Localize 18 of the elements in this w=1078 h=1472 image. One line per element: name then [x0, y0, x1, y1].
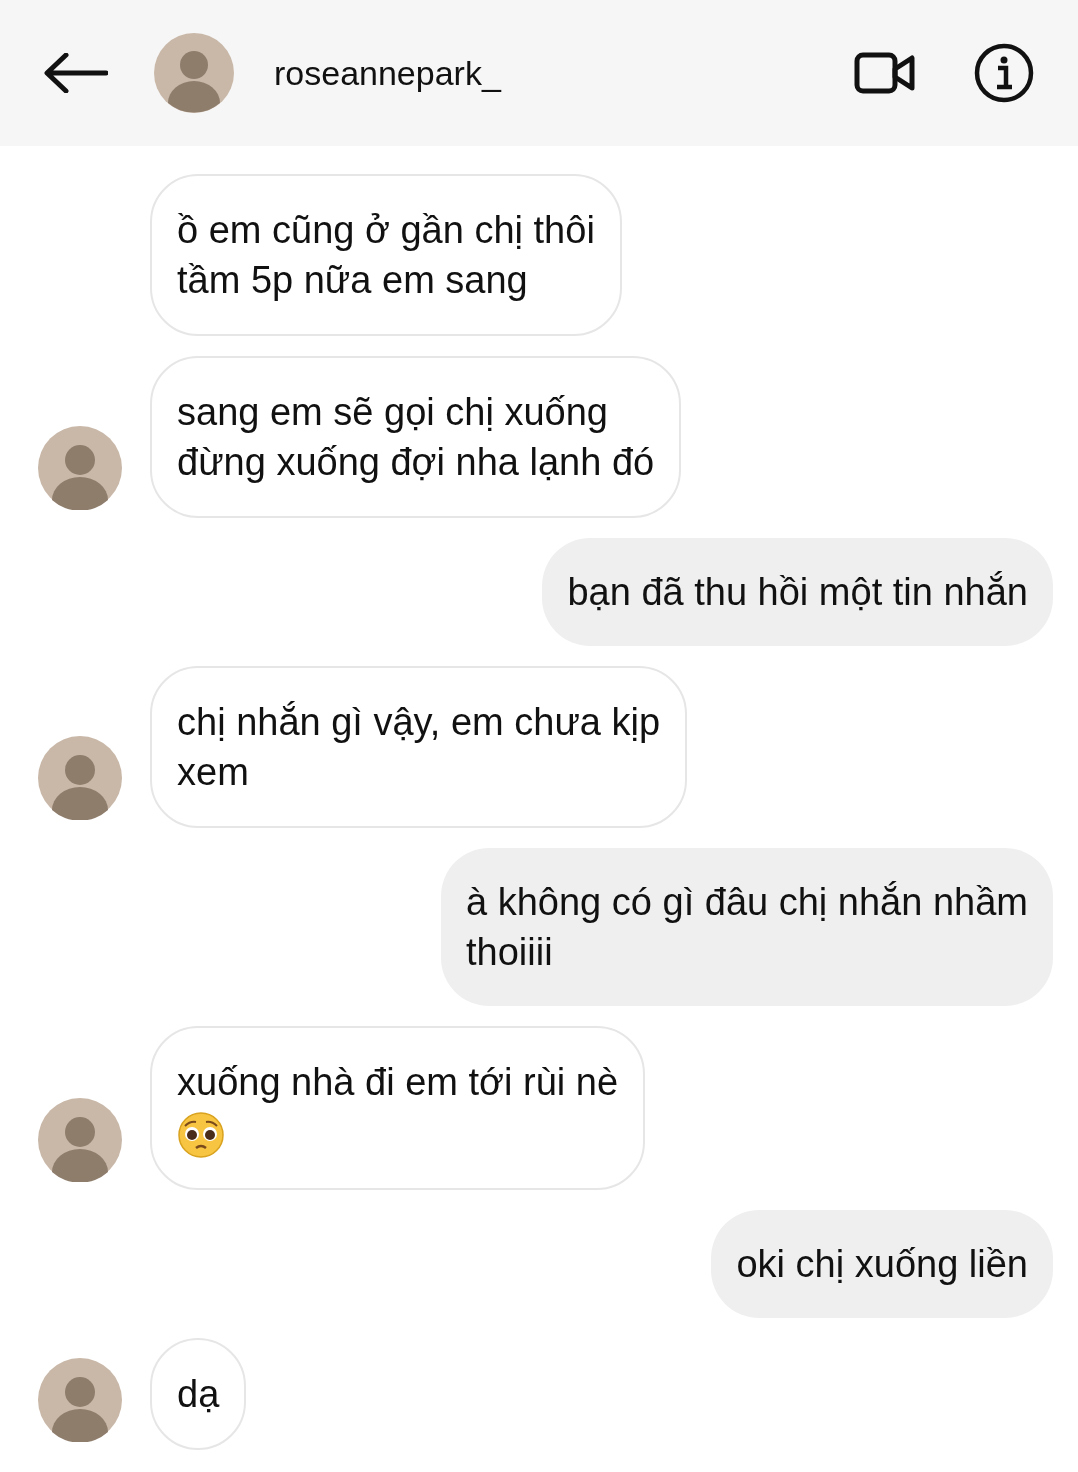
- avatar[interactable]: [38, 1097, 122, 1182]
- video-call-icon[interactable]: [854, 52, 916, 94]
- info-icon[interactable]: [974, 43, 1034, 103]
- message-bubble: à không có gì đâu chị nhắn nhầm thoiiii: [441, 848, 1053, 1006]
- message-bubble: oki chị xuống liền: [711, 1209, 1053, 1318]
- message-bubble: sang em sẽ gọi chị xuống đừng xuống đợi nha lạnh đó: [150, 356, 682, 518]
- avatar[interactable]: [154, 33, 234, 113]
- avatar[interactable]: [38, 736, 122, 820]
- message-bubble: chị nhắn gì vậy, em chưa kịp xem: [150, 666, 688, 828]
- back-arrow-icon[interactable]: [44, 53, 108, 93]
- username[interactable]: roseannepark_: [274, 53, 501, 93]
- pleading-face-icon: [177, 1110, 225, 1159]
- message-bubble: dạ: [150, 1337, 247, 1450]
- message-bubble: ồ em cũng ở gần chị thôi tầm 5p nữa em sang: [150, 174, 622, 336]
- avatar[interactable]: [38, 426, 122, 510]
- avatar[interactable]: [38, 1357, 122, 1442]
- message-bubble: bạn đã thu hồi một tin nhắn: [542, 538, 1053, 646]
- message-bubble: xuống nhà đi em tới rùi nè: [150, 1026, 646, 1190]
